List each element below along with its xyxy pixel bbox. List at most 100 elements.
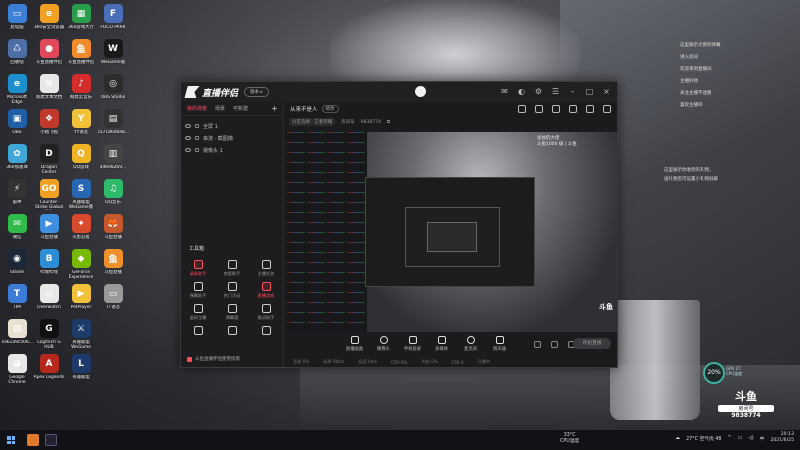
desktop-icon[interactable]: ▥ a9b982b9... <box>97 142 129 177</box>
desktop-icon[interactable]: ▭ TT语音 <box>97 282 129 317</box>
desktop-icon[interactable]: e Microsoft Edge <box>1 72 33 107</box>
tab-new[interactable]: 可新建 <box>233 105 248 112</box>
weather-icon[interactable]: ☁ <box>675 436 680 441</box>
desktop-icon[interactable]: ⚡ 雷神 <box>1 177 33 212</box>
desktop-icon[interactable]: e 360安全浏览器 <box>33 2 65 37</box>
toolbox-item[interactable]: 弹幕墙 <box>215 304 249 326</box>
speaker-button[interactable]: 扬声器 <box>485 336 514 352</box>
toolbox-item[interactable]: 虚拟主播 <box>181 304 215 326</box>
microphone-button[interactable]: 麦克风 <box>456 336 485 352</box>
windows-start-icon[interactable] <box>7 436 15 444</box>
desktop-icon[interactable]: ◎ OBS Studio <box>97 72 129 107</box>
desktop-icon[interactable]: ✉ 微信 <box>1 212 33 247</box>
desktop-icon[interactable]: ♪ 网易云音乐 <box>65 72 97 107</box>
desktop-icon[interactable]: ♺ 回收站 <box>1 37 33 72</box>
source-media-button[interactable]: 多媒体 <box>427 336 456 352</box>
desktop-icon[interactable]: 鱼斗鱼直播 <box>97 247 129 282</box>
category-chip[interactable]: 分区选择 · 王者荣耀 <box>289 118 336 126</box>
desktop-icon[interactable]: S 英雄联盟 WeGame版 <box>65 177 97 212</box>
copy-icon[interactable]: ⧉ <box>387 119 390 125</box>
skin-icon[interactable]: ◐ <box>517 87 526 96</box>
desktop-icon[interactable]: ▭ 此电脑 <box>1 2 33 37</box>
toolbox-item[interactable] <box>181 326 215 348</box>
clock[interactable]: 20:13 2021/6/25 <box>770 432 794 444</box>
desktop-icon[interactable]: ◉ Steam <box>1 247 33 282</box>
desktop-icon[interactable]: D Dragon Center <box>33 142 65 177</box>
desktop-icon[interactable]: B 哔哩哔哩 <box>33 247 65 282</box>
lock-icon[interactable] <box>195 148 199 152</box>
desktop-icon[interactable]: ▤ ca7186d6e8... <box>97 107 129 142</box>
ime-icon[interactable]: 中 <box>760 435 765 442</box>
source-camera-button[interactable]: 摄像头 <box>369 336 398 352</box>
share-icon[interactable] <box>603 105 611 113</box>
gift-icon[interactable] <box>552 105 560 113</box>
version-pill[interactable]: 版本 ▸ <box>244 87 269 97</box>
desktop-icon[interactable]: ▶ PotPlayer <box>65 282 97 317</box>
desktop-icon[interactable]: Q QQ游戏 <box>65 142 97 177</box>
cpu-temp-widget[interactable]: 33°C CPU温度 <box>560 433 579 445</box>
desktop-icon[interactable]: A Apex Legends <box>33 352 65 387</box>
usage-guide-link[interactable]: 斗鱼直播伴侣使用指南 <box>187 356 240 362</box>
scene-item[interactable]: 全屏 1 <box>181 120 283 132</box>
douyu-taskbar-icon[interactable] <box>27 434 39 446</box>
settings-icon[interactable]: ⚙ <box>534 87 543 96</box>
edit-title-button[interactable]: 修改 <box>321 105 339 113</box>
chart-icon[interactable] <box>569 105 577 113</box>
title-bar[interactable]: 直播伴侣 版本 ▸ ✉ ◐ ⚙ ☰ – □ × <box>181 82 617 102</box>
tab-scenes[interactable]: 场景 <box>215 105 225 112</box>
desktop-icon[interactable]: ▶ 斗鱼直播 <box>33 212 65 247</box>
toolbox-item[interactable]: 歌词助手 <box>249 304 283 326</box>
desktop-icon[interactable]: ⚔ 英雄联盟 WeGame <box>65 317 97 352</box>
stream-preview[interactable]: 化妆的大佬 斗鱼1000 级 | 斗鱼 斗鱼 <box>287 132 617 332</box>
desktop-icon[interactable]: ▦ 360游戏大厅 <box>65 2 97 37</box>
volume-icon[interactable]: ◁) <box>748 436 754 441</box>
desktop-icon[interactable]: ✿ 360加速球 <box>1 142 33 177</box>
desktop-icon[interactable]: ≡ 新建文本文档 <box>33 72 65 107</box>
toolbox-item[interactable]: 直播游戏 <box>249 282 283 304</box>
desktop-icon[interactable]: ◎ Overwatch <box>33 282 65 317</box>
video-icon[interactable] <box>534 340 541 348</box>
source-phone-button[interactable]: 手机投屏 <box>398 336 427 352</box>
close-button[interactable]: × <box>602 87 611 96</box>
steam-taskbar-icon[interactable] <box>45 434 57 446</box>
record-icon[interactable] <box>518 105 526 113</box>
desktop-icon[interactable]: W WeGame版 <box>97 37 129 72</box>
camera-icon[interactable] <box>535 105 543 113</box>
desktop-icon[interactable]: ✦ 火影忍者 <box>65 212 97 247</box>
desktop-icon[interactable]: ♫ QQ音乐 <box>97 177 129 212</box>
visibility-eye-icon[interactable] <box>185 136 191 140</box>
desktop-icon[interactable]: GO Counter-Strike Global Off. <box>33 177 65 212</box>
toolbox-item[interactable]: 房管助手 <box>215 260 249 282</box>
desktop-icon[interactable]: F FOCO PARK <box>97 2 129 37</box>
toolbox-item[interactable]: 主播任务 <box>249 260 283 282</box>
desktop-icon[interactable]: ● 斗鱼直播伴侣 <box>33 37 65 72</box>
scene-item[interactable]: 摄像头 1 <box>181 144 283 156</box>
desktop-icon[interactable]: 🦊 斗鱼直播 <box>97 212 129 247</box>
message-icon[interactable]: ✉ <box>500 87 509 96</box>
network-icon[interactable]: ▭ <box>738 436 743 441</box>
desktop-icon[interactable]: ❖ 小猪飞视 <box>33 107 65 142</box>
toolbox-item[interactable]: 热门活动 <box>215 282 249 304</box>
minimize-button[interactable]: – <box>568 87 577 96</box>
lock-icon[interactable] <box>195 124 199 128</box>
user-avatar[interactable] <box>415 86 426 97</box>
toolbox-item[interactable]: 弹幕助手 <box>181 282 215 304</box>
maximize-button[interactable]: □ <box>585 87 594 96</box>
desktop-icon[interactable]: Y YY语音 <box>65 107 97 142</box>
weather-text[interactable]: 27°C 空气优 48 <box>686 435 721 442</box>
tab-my-scenes[interactable]: 我的场景 <box>187 105 207 112</box>
toolbox-item[interactable]: 录屏助手 <box>181 260 215 282</box>
visibility-eye-icon[interactable] <box>185 124 191 128</box>
desktop-icon[interactable]: T TIM <box>1 282 33 317</box>
toolbox-item[interactable] <box>249 326 283 348</box>
scene-item[interactable]: 串流 · 截图捕 <box>181 132 283 144</box>
desktop-icon[interactable]: G Logitech G HUB <box>33 317 65 352</box>
add-scene-button[interactable]: + <box>271 104 278 113</box>
start-live-button[interactable]: 开始直播 <box>573 338 611 349</box>
desktop-icon[interactable]: ▣ OBS <box>1 107 33 142</box>
desktop-icon[interactable]: ▨ ea61a9c506... <box>1 317 33 352</box>
link-icon[interactable] <box>586 105 594 113</box>
hide-icon[interactable] <box>551 340 558 348</box>
visibility-eye-icon[interactable] <box>185 148 191 152</box>
desktop-icon[interactable]: L 英雄联盟 <box>65 352 97 387</box>
